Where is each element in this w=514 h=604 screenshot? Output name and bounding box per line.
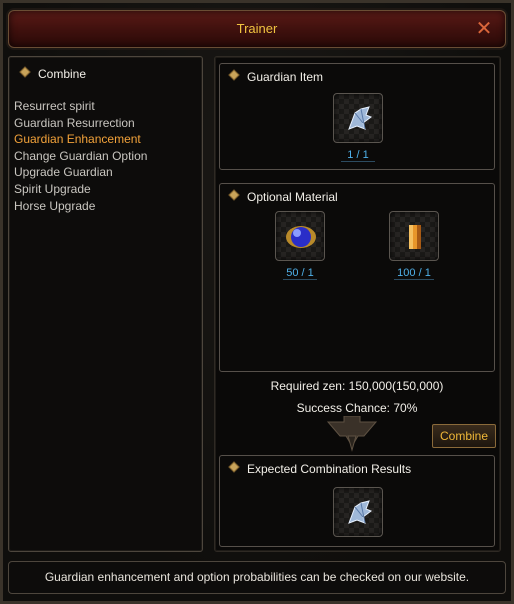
section-heading: Expected Combination Results bbox=[228, 461, 411, 476]
optional-material-slot-2[interactable] bbox=[389, 211, 439, 261]
orange-scroll-icon bbox=[409, 225, 421, 249]
success-chance: Success Chance: 70% bbox=[296, 401, 418, 415]
diamond-bullet-icon bbox=[19, 66, 31, 78]
diamond-bullet-icon bbox=[228, 461, 240, 473]
menu-item-upgrade-guardian[interactable]: Upgrade Guardian bbox=[14, 164, 147, 181]
menu-item-horse-upgrade[interactable]: Horse Upgrade bbox=[14, 198, 147, 215]
menu-item-guardian-resurrection[interactable]: Guardian Resurrection bbox=[14, 115, 147, 132]
required-zen: Required zen: 150,000(150,000) bbox=[270, 379, 444, 393]
close-button[interactable]: ✕ bbox=[473, 18, 495, 40]
optional-material-count-2: 100 / 1 bbox=[394, 267, 434, 280]
blue-orb-icon bbox=[286, 226, 316, 248]
combine-button[interactable]: Combine bbox=[432, 424, 496, 448]
diamond-bullet-icon bbox=[228, 69, 240, 81]
section-heading: Optional Material bbox=[228, 189, 338, 204]
optional-material-count-1: 50 / 1 bbox=[283, 267, 317, 280]
footer-notice: Guardian enhancement and option probabil… bbox=[8, 561, 506, 594]
guardian-crystal-icon bbox=[348, 500, 373, 524]
menu-item-spirit-upgrade[interactable]: Spirit Upgrade bbox=[14, 181, 147, 198]
combine-menu: Resurrect spirit Guardian Resurrection G… bbox=[14, 98, 147, 214]
guardian-item-slot[interactable] bbox=[333, 93, 383, 143]
menu-item-change-guardian-option[interactable]: Change Guardian Option bbox=[14, 148, 147, 165]
down-arrow-icon bbox=[326, 416, 378, 452]
expected-result-slot[interactable] bbox=[333, 487, 383, 537]
sidebar-heading: Combine bbox=[19, 66, 86, 81]
title-bar: Trainer ✕ bbox=[8, 10, 506, 48]
guardian-crystal-icon bbox=[348, 106, 373, 130]
section-heading: Guardian Item bbox=[228, 69, 323, 84]
optional-material-section: Optional Material bbox=[219, 183, 495, 372]
guardian-item-count: 1 / 1 bbox=[341, 149, 375, 162]
close-icon: ✕ bbox=[475, 18, 493, 40]
window-title: Trainer bbox=[236, 21, 278, 36]
menu-item-resurrect-spirit[interactable]: Resurrect spirit bbox=[14, 98, 147, 115]
menu-item-guardian-enhancement[interactable]: Guardian Enhancement bbox=[14, 131, 147, 148]
optional-material-slot-1[interactable] bbox=[275, 211, 325, 261]
diamond-bullet-icon bbox=[228, 189, 240, 201]
